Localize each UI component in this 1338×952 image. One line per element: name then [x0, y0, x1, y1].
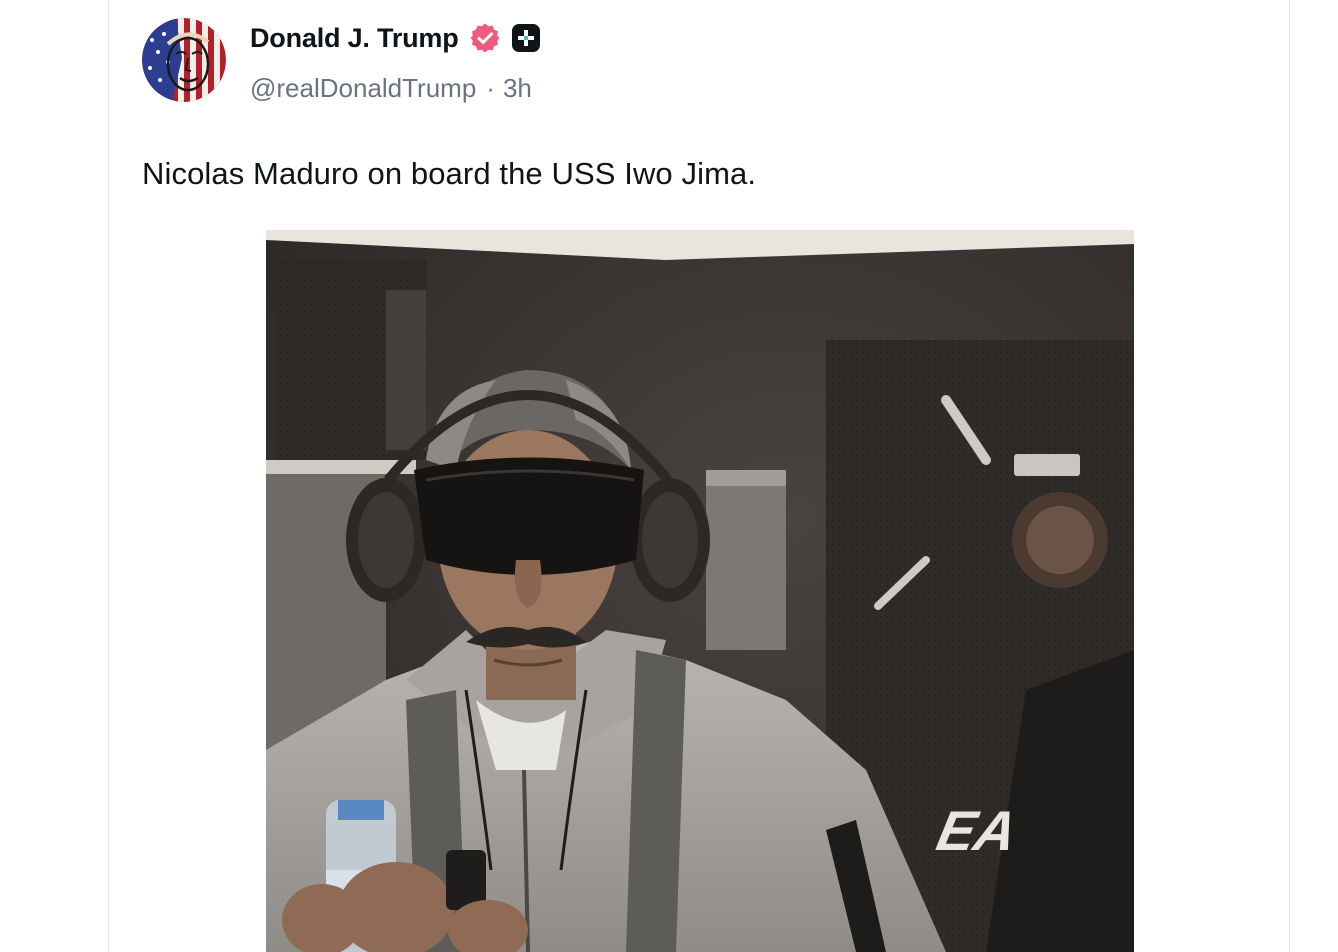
photo-image: EA	[266, 230, 1134, 952]
plus-badge-icon[interactable]	[511, 23, 541, 53]
post-timestamp[interactable]: 3h	[503, 73, 532, 104]
author-name-row: Donald J. Trump	[250, 18, 541, 58]
svg-text:EA: EA	[932, 800, 1023, 862]
post-text: Nicolas Maduro on board the USS Iwo Jima…	[142, 156, 757, 191]
author-handle[interactable]: @realDonaldTrump	[250, 73, 476, 104]
meta-separator: ·	[486, 72, 495, 103]
author-avatar[interactable]	[142, 18, 226, 102]
post-media-photo[interactable]: EA	[266, 230, 1134, 952]
page: Donald J. Trump @realDonaldTrump · 3h Ni…	[0, 0, 1338, 952]
post-meta-row: @realDonaldTrump · 3h	[250, 68, 532, 108]
avatar-image	[142, 18, 226, 102]
verified-check-icon[interactable]	[469, 22, 501, 54]
author-display-name[interactable]: Donald J. Trump	[250, 23, 459, 54]
